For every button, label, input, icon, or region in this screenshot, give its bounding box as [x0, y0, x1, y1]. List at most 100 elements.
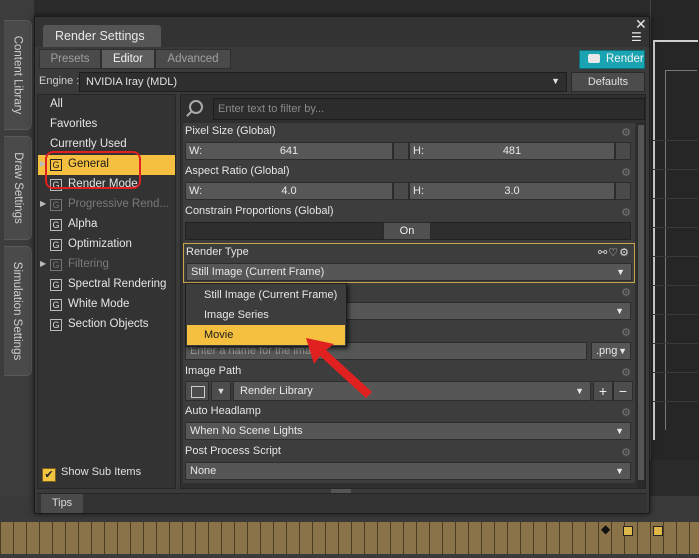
aspect-ratio-property: Aspect Ratio (Global) ⚙ W: 4.0 H: 3.0 — [183, 163, 635, 203]
constrain-proportions-property: Constrain Proportions (Global) ⚙ On — [183, 203, 635, 243]
engine-label: Engine : — [39, 75, 80, 87]
draw-settings-tab[interactable]: Draw Settings — [4, 136, 32, 240]
expand-arrow-icon[interactable]: ▶ — [40, 259, 46, 268]
chevron-down-icon: ▼ — [615, 306, 624, 316]
annotation-arrow-icon — [306, 338, 372, 398]
search-icon[interactable] — [189, 100, 203, 114]
gear-icon[interactable]: ⚙ — [621, 406, 631, 419]
gear-icon[interactable]: ⚙ — [621, 326, 631, 339]
property-title: Aspect Ratio (Global) — [185, 165, 290, 177]
aspect-height-field[interactable]: H: 3.0 — [409, 182, 615, 200]
chevron-down-icon: ▼ — [615, 426, 624, 436]
scrollbar-thumb[interactable] — [638, 125, 644, 480]
show-sub-items-label: Show Sub Items — [61, 466, 142, 478]
group-progressive-rendering[interactable]: ▶ G Progressive Rend... — [38, 195, 175, 215]
group-icon: G — [50, 219, 62, 231]
aspect-ratio-fields: W: 4.0 H: 3.0 — [185, 182, 631, 200]
content-library-tab-label: Content Library — [11, 35, 24, 115]
extension-dropdown[interactable]: .png ▼ — [591, 342, 631, 360]
render-button[interactable]: Render — [579, 50, 645, 69]
group-white-mode[interactable]: G White Mode — [38, 295, 175, 315]
group-label: Section Objects — [68, 318, 149, 330]
group-label: Filtering — [68, 258, 109, 270]
timeline-scrubber-icon[interactable]: ◆ — [601, 522, 610, 554]
timeline-ruler[interactable] — [0, 522, 699, 554]
pane-menu-icon[interactable]: ☰ — [631, 30, 642, 44]
remove-path-button[interactable]: − — [613, 381, 633, 401]
camera-icon — [588, 54, 600, 63]
tab-presets[interactable]: Presets — [39, 49, 101, 69]
filter-input[interactable]: Enter text to filter by... — [213, 98, 645, 120]
property-title: Post Process Script — [185, 445, 281, 457]
group-section-objects[interactable]: G Section Objects — [38, 315, 175, 335]
gear-icon[interactable]: ⚙ — [621, 206, 631, 219]
group-icon: G — [50, 299, 62, 311]
group-optimization[interactable]: G Optimization — [38, 235, 175, 255]
group-icon: G — [50, 259, 62, 271]
tips-bar: Tips — [37, 493, 647, 513]
image-icon[interactable] — [185, 381, 209, 401]
group-filtering[interactable]: ▶ G Filtering — [38, 255, 175, 275]
post-process-script-property: Post Process Script ⚙ None ▼ — [183, 443, 635, 483]
menu-item-still-image[interactable]: Still Image (Current Frame) — [187, 285, 345, 305]
annotation-highlight-circle — [45, 151, 141, 189]
gear-icon[interactable]: ⚙ — [621, 366, 631, 379]
group-spectral-rendering[interactable]: G Spectral Rendering — [38, 275, 175, 295]
expand-arrow-icon[interactable]: ▶ — [40, 199, 46, 208]
properties-scrollbar[interactable] — [637, 123, 645, 488]
render-type-dropdown[interactable]: Still Image (Current Frame) ▼ — [186, 263, 632, 281]
post-process-dropdown[interactable]: None ▼ — [185, 462, 631, 480]
height-stepper[interactable] — [615, 142, 631, 160]
group-label: Optimization — [68, 238, 132, 250]
group-icon: G — [50, 239, 62, 251]
aspect-width-field[interactable]: W: 4.0 — [185, 182, 393, 200]
width-stepper[interactable] — [393, 142, 409, 160]
draw-settings-tab-label: Draw Settings — [11, 152, 24, 224]
property-title: Image Path — [185, 365, 242, 377]
chevron-down-icon[interactable]: ▼ — [211, 381, 231, 401]
group-all[interactable]: All — [38, 95, 175, 115]
gear-icon[interactable]: ⚙ — [621, 126, 631, 139]
viewport-background — [650, 0, 699, 460]
width-value: 641 — [279, 145, 299, 157]
keyframe-icon[interactable] — [623, 526, 633, 536]
checkmark-icon[interactable]: ✔ — [42, 468, 56, 482]
auto-headlamp-dropdown[interactable]: When No Scene Lights ▼ — [185, 422, 631, 440]
auto-headlamp-value: When No Scene Lights — [190, 425, 303, 437]
property-title: Constrain Proportions (Global) — [185, 205, 334, 217]
defaults-button[interactable]: Defaults — [571, 72, 645, 92]
content-library-tab[interactable]: Content Library — [4, 20, 32, 130]
add-path-button[interactable]: + — [593, 381, 613, 401]
gear-icon[interactable]: ⚙ — [621, 446, 631, 459]
tab-advanced[interactable]: Advanced — [155, 49, 231, 69]
pixel-height-field[interactable]: H: 481 — [409, 142, 615, 160]
keyframe-icon[interactable] — [653, 526, 663, 536]
group-label: Alpha — [68, 218, 98, 230]
image-path-dropdown[interactable]: Render Library ▼ — [233, 381, 591, 401]
chevron-down-icon: ▼ — [551, 76, 560, 86]
width-stepper[interactable] — [393, 182, 409, 200]
auto-headlamp-property: Auto Headlamp ⚙ When No Scene Lights ▼ — [183, 403, 635, 443]
title-bar: Render Settings ✕ ☰ — [35, 16, 649, 47]
post-process-value: None — [190, 465, 217, 477]
show-sub-items-toggle[interactable]: ✔ Show Sub Items — [42, 466, 141, 484]
link-favorite-gear-icon[interactable]: ⚯♡⚙ — [598, 246, 630, 259]
group-alpha[interactable]: G Alpha — [38, 215, 175, 235]
simulation-settings-tab[interactable]: Simulation Settings — [4, 246, 32, 376]
group-icon: G — [50, 319, 62, 331]
tab-editor[interactable]: Editor — [101, 49, 155, 69]
menu-item-image-series[interactable]: Image Series — [187, 305, 345, 325]
gear-icon[interactable]: ⚙ — [621, 166, 631, 179]
pixel-width-field[interactable]: W: 641 — [185, 142, 393, 160]
tips-tab[interactable]: Tips — [41, 494, 83, 513]
engine-select[interactable]: NVIDIA Iray (MDL) ▼ — [79, 72, 567, 92]
gear-icon[interactable]: ⚙ — [621, 286, 631, 299]
chevron-down-icon: ▼ — [575, 386, 584, 396]
chevron-down-icon: ▼ — [618, 346, 627, 356]
height-stepper[interactable] — [615, 182, 631, 200]
property-title: Auto Headlamp — [185, 405, 261, 417]
group-favorites[interactable]: Favorites — [38, 115, 175, 135]
constrain-toggle[interactable]: On — [383, 222, 431, 240]
group-label: All — [50, 98, 63, 110]
group-label: Favorites — [50, 118, 98, 130]
